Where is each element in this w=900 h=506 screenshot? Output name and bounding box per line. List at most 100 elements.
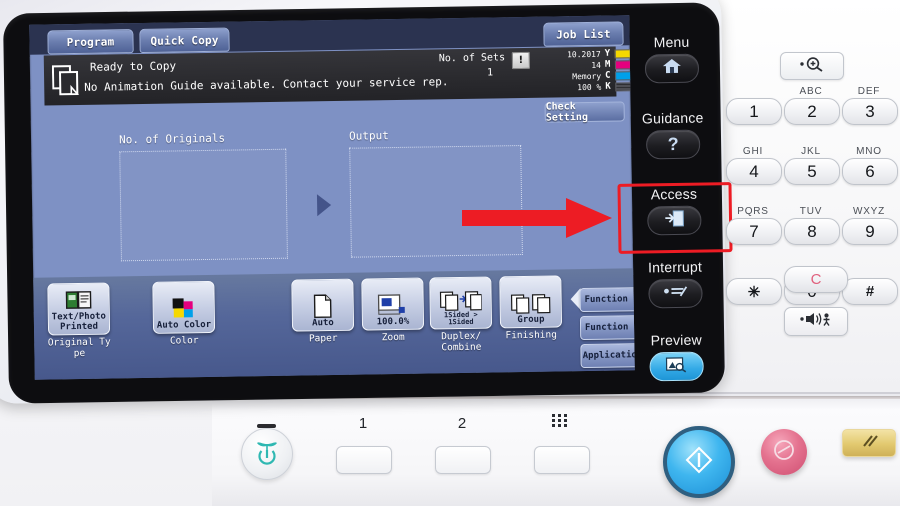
key-alpha-2: ABC [799,86,823,97]
key-hash[interactable]: # [842,278,898,305]
zoom-frame-icon [377,293,408,317]
accessibility-key[interactable] [784,307,848,336]
guidance-button[interactable]: ? [645,129,701,160]
clear-key[interactable]: C [784,266,848,293]
tab-quick-copy[interactable]: Quick Copy [139,27,230,54]
key-2[interactable]: 2 [784,98,840,125]
magnifier-plus-icon [796,56,828,77]
duplex-value2: 1Sided [448,317,474,327]
original-type-value2: Printed [59,321,99,333]
start-diamond-icon [684,445,714,480]
reset-slashes-icon [856,433,882,454]
key-cell-3: DEF 3 [842,86,898,125]
status-ready-text: Ready to Copy [89,59,177,74]
caption-paper: Paper [308,332,338,345]
button-color[interactable]: Auto Color [152,280,216,334]
button-original-type[interactable]: Text/Photo Printed [47,282,111,336]
key-alpha-9: WXYZ [852,206,886,217]
stop-button[interactable] [761,429,807,475]
no-of-sets-label: No. of Sets [438,52,506,65]
key-cell-5: JKL 5 [784,146,840,185]
hard-key-interrupt[interactable]: Interrupt [633,258,718,309]
key-alpha-4: GHI [742,146,764,157]
caption-zoom: Zoom [381,331,405,344]
menu-button[interactable] [644,53,700,84]
button-function-1[interactable]: Function 1 [579,287,635,313]
key-alpha-6: MNO [856,146,882,157]
key-1[interactable]: 1 [726,98,782,125]
key-4[interactable]: 4 [726,158,782,185]
register-key-2[interactable] [435,446,491,474]
keypad-grid-icon [550,414,572,434]
interrupt-arrow-icon [662,284,688,303]
voice-guidance-icon [798,311,834,332]
register-key-1-label: 1 [358,415,368,432]
button-finishing[interactable]: Group [499,275,563,329]
memory-value: 100 % [577,82,602,93]
key-7[interactable]: 7 [726,218,782,245]
paper-sheet-icon [313,294,333,318]
paper-value: Auto [312,317,334,329]
output-label: Output [348,129,389,143]
home-icon [662,57,682,80]
no-of-sets-value: 1 [486,67,494,79]
keypad-row-1: 1 ABC 2 DEF 3 [722,86,900,130]
key-6[interactable]: 6 [842,158,898,185]
reset-button[interactable] [842,429,896,457]
preview-button[interactable] [649,351,704,382]
caption-duplex-combine: Duplex/ Combine [441,330,482,354]
guidance-label: Guidance [641,109,704,127]
stop-circle-icon [772,438,796,467]
magnifier-plus-button[interactable] [780,52,844,80]
key-alpha-3: DEF [857,86,881,97]
tab-program[interactable]: Program [47,29,134,55]
key-3[interactable]: 3 [842,98,898,125]
key-8[interactable]: 8 [784,218,840,245]
hard-key-guidance[interactable]: Guidance ? [631,109,716,160]
key-alpha-7: PQRS [737,206,769,217]
key-alpha-5: JKL [801,146,821,157]
register-keypad-key[interactable] [534,446,590,474]
register-keypad-label [534,412,588,434]
keypad-row-3: PQRS 7 TUV 8 WXYZ 9 [722,206,900,250]
question-mark-icon: ? [667,133,679,155]
power-button[interactable] [241,428,293,480]
key-5[interactable]: 5 [784,158,840,185]
key-cell-7: PQRS 7 [726,206,782,245]
key-alpha-1 [726,86,780,98]
no-of-originals-label: No. of Originals [118,131,226,147]
key-star[interactable]: ✳ [726,278,782,305]
key-cell-hash: # [842,266,898,305]
button-function-2[interactable]: Function 2 [579,315,635,341]
hard-key-preview[interactable]: Preview [634,331,719,382]
color-value: Auto Color [156,319,212,331]
function-button-bar: Text/Photo Printed Original Ty pe Auto C… [33,268,635,380]
key-cell-1: 1 [726,86,782,125]
caption-original-type: Original Ty pe [47,336,111,360]
button-zoom[interactable]: 100.0% [361,277,425,331]
tab-job-list[interactable]: Job List [543,21,624,47]
interrupt-label: Interrupt [647,258,703,276]
key-cell-2: ABC 2 [784,86,840,125]
register-key-1[interactable] [336,446,392,474]
interrupt-button[interactable] [648,278,703,309]
preview-image-icon [665,355,687,377]
hard-key-menu[interactable]: Menu [629,33,714,84]
clear-key-wrap: C [784,266,848,293]
toner-label-m: M [604,59,611,70]
caption-finishing: Finishing [505,329,558,342]
zoom-value: 100.0% [376,316,410,328]
button-application[interactable]: Application [580,343,635,369]
key-cell-4: GHI 4 [726,146,782,185]
finishing-value: Group [517,314,545,326]
toner-label-k: K [605,81,611,92]
originals-preview-box [119,148,288,262]
cmyk-squares-icon [171,296,197,320]
access-highlight-box [617,182,733,254]
button-duplex-combine[interactable]: 1Sided > 1Sided [429,276,493,330]
key-9[interactable]: 9 [842,218,898,245]
start-button[interactable] [663,426,735,498]
register-key-2-label: 2 [457,415,467,432]
button-paper[interactable]: Auto [291,278,355,332]
warning-icon[interactable]: ! [511,51,531,70]
